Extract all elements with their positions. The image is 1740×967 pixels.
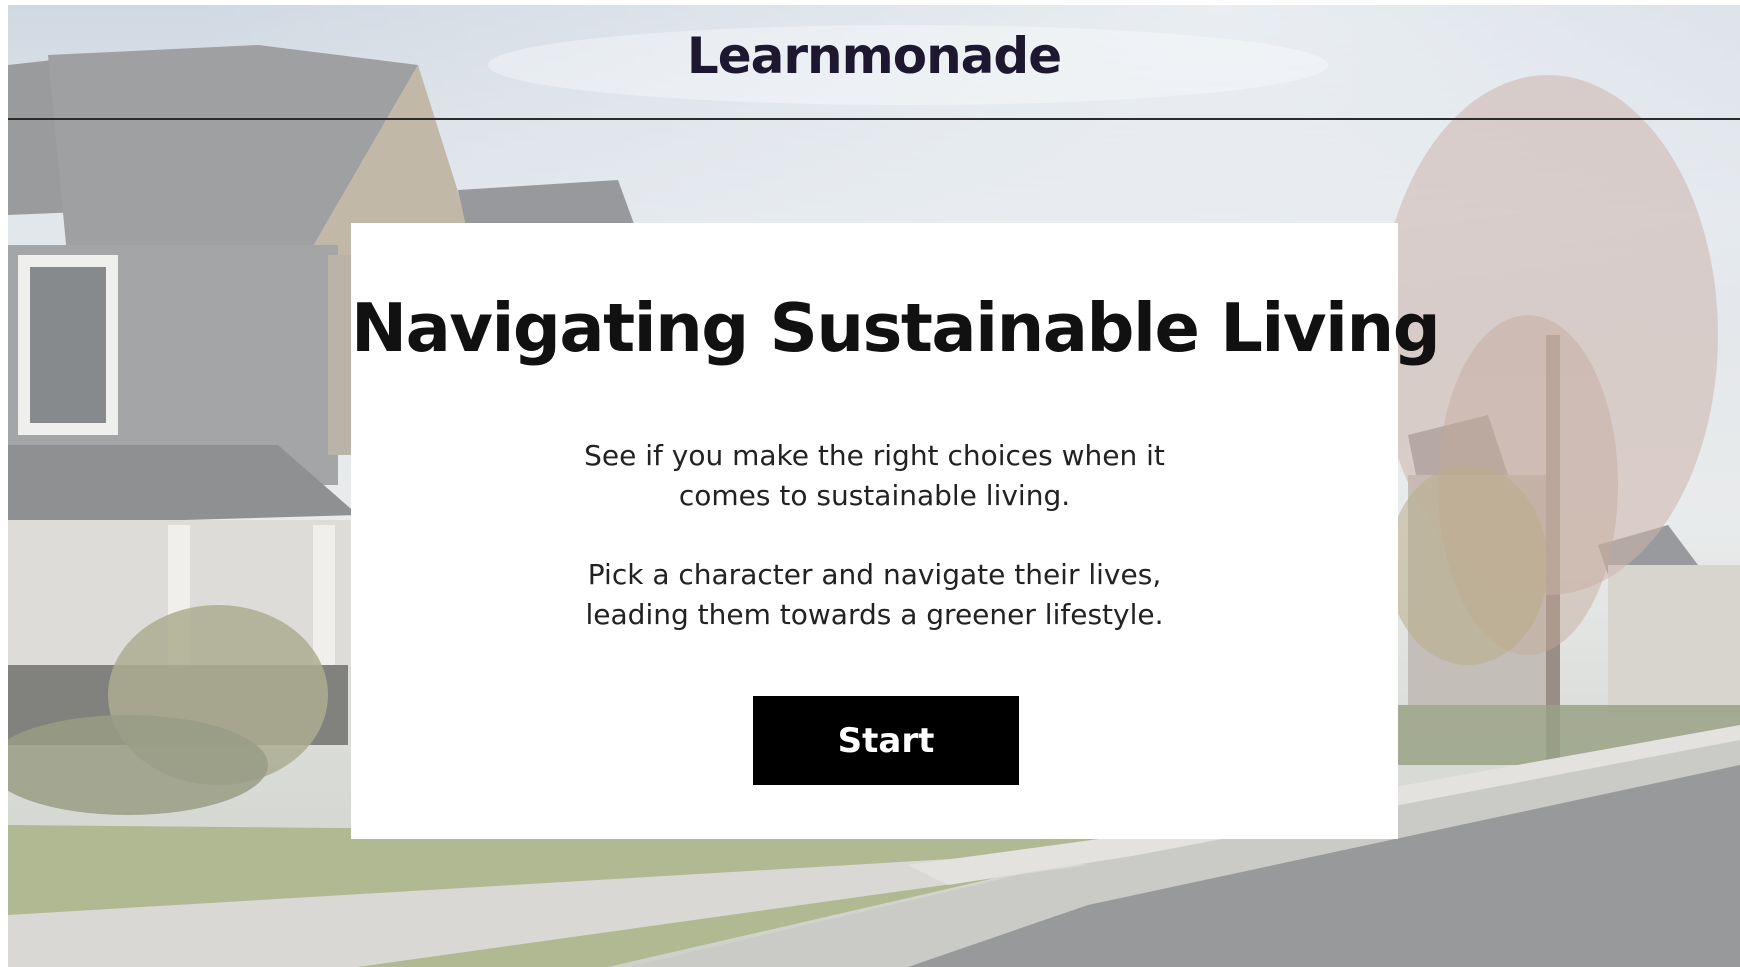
intro-paragraph-2: Pick a character and navigate their live… [351, 555, 1398, 635]
intro-card: Navigating Sustainable Living See if you… [351, 223, 1441, 839]
start-button[interactable]: Start [753, 696, 1019, 785]
intro-paragraph-1-line-2: comes to sustainable living. [678, 479, 1071, 512]
learnmonade-logo: Learnmonade [686, 27, 1062, 85]
intro-paragraph-1: See if you make the right choices when i… [351, 436, 1398, 516]
intro-paragraph-2-line-1: Pick a character and navigate their live… [587, 558, 1162, 591]
start-screen: Learnmonade Navigating Sustainable Livin… [8, 5, 1740, 967]
header-divider [8, 118, 1740, 120]
intro-paragraph-2-line-2: leading them towards a greener lifestyle… [585, 598, 1164, 631]
page-title: Navigating Sustainable Living [351, 289, 1441, 367]
intro-paragraph-1-line-1: See if you make the right choices when i… [584, 439, 1165, 472]
